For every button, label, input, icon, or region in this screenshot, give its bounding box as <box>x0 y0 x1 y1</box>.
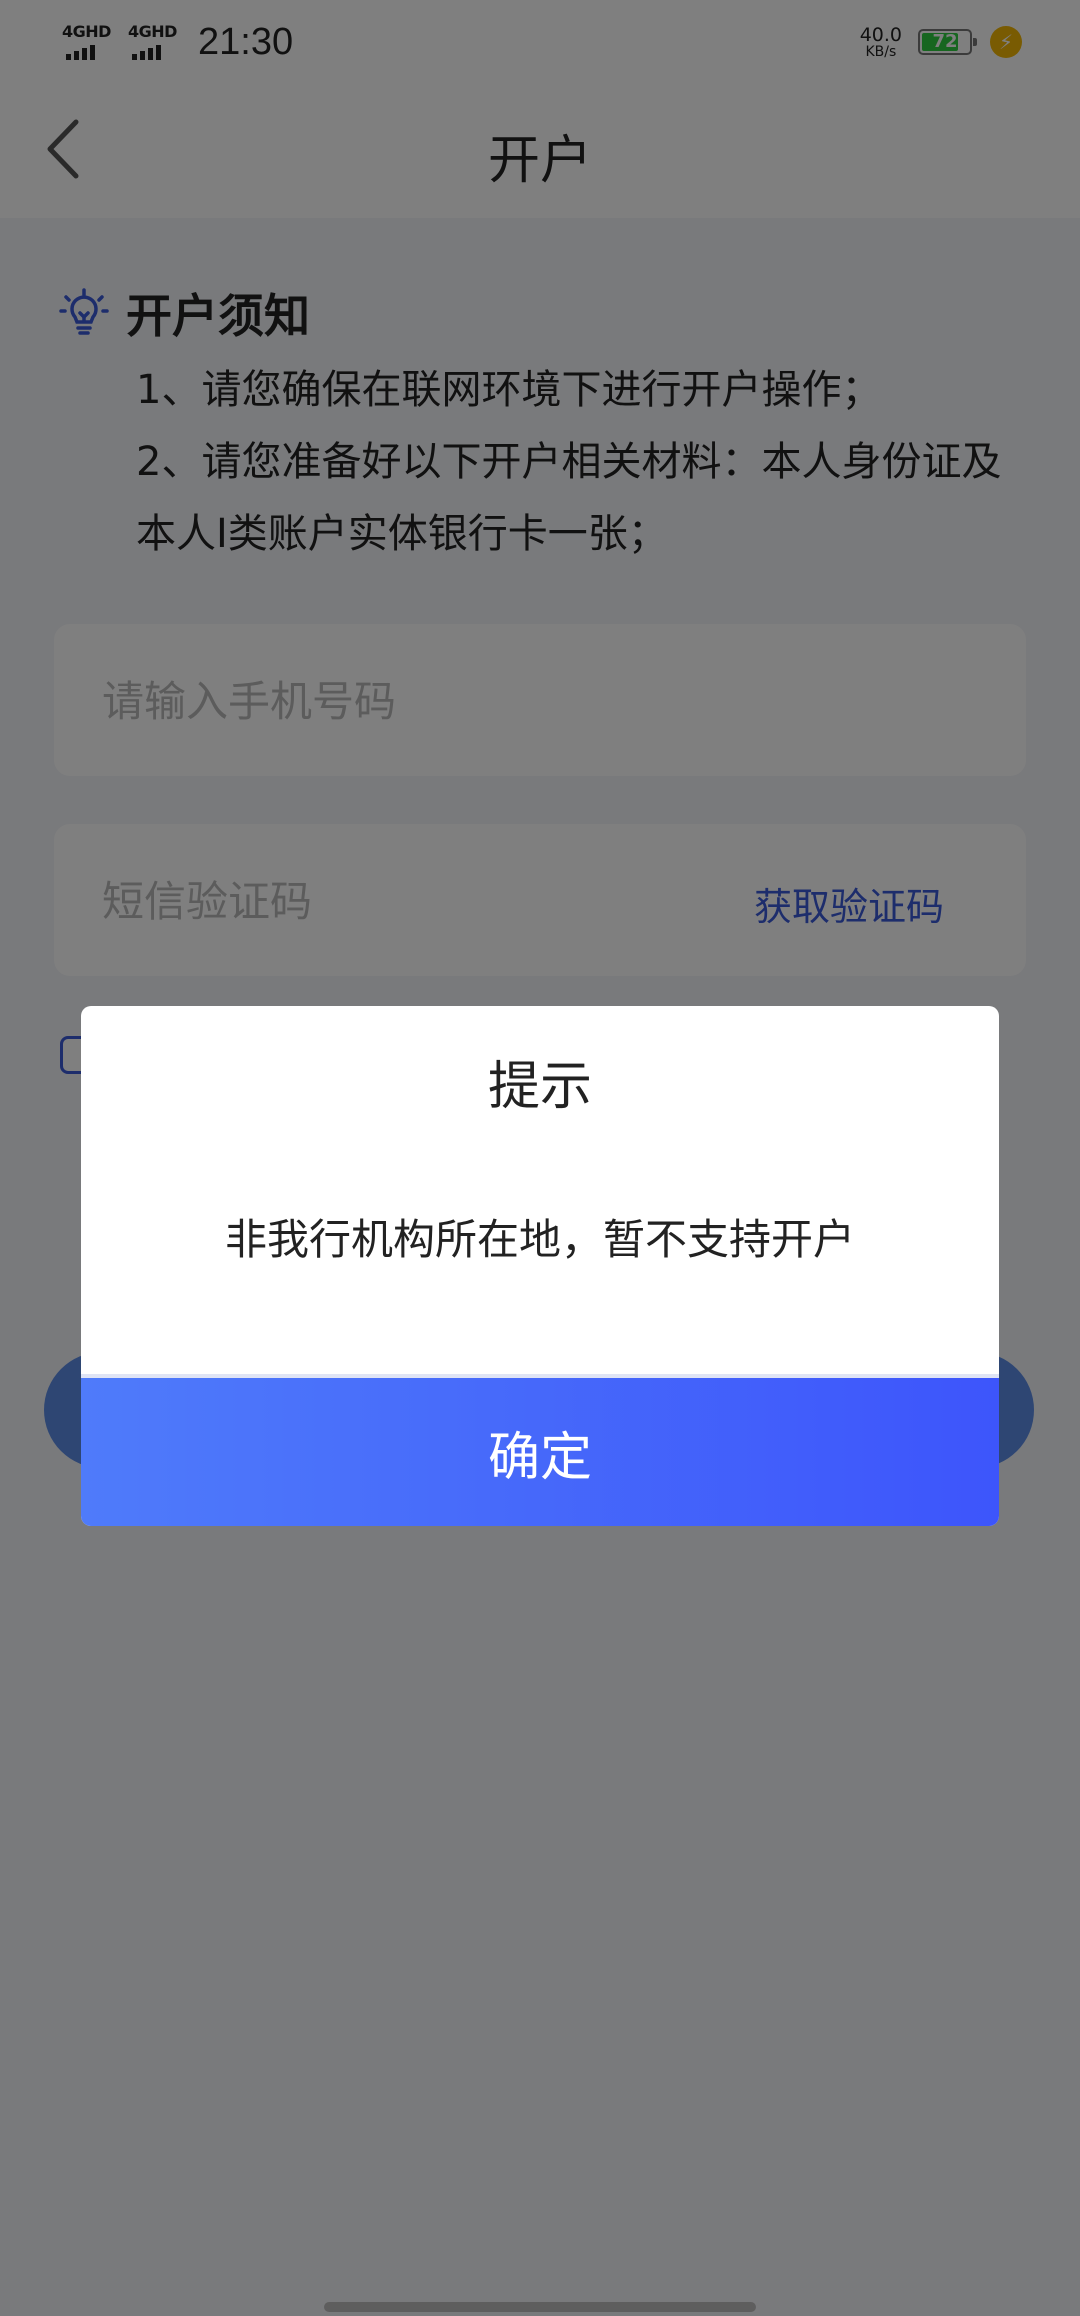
dialog-title: 提示 <box>487 1057 592 1117</box>
dialog-message: 非我行机构所在地，暂不支持开户 <box>224 1215 855 1264</box>
confirm-button[interactable]: 确定 <box>81 1374 999 1526</box>
alert-dialog: 提示 非我行机构所在地，暂不支持开户 确定 <box>81 1006 999 1526</box>
